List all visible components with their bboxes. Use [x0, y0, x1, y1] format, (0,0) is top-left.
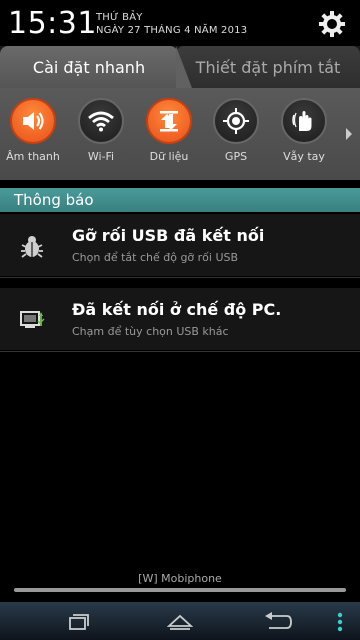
- notification-title: Gỡ rối USB đã kết nối: [72, 226, 265, 245]
- qs-sound-circle: [10, 98, 56, 144]
- carrier-label: [W] Mobiphone: [138, 572, 222, 585]
- data-icon: [160, 111, 178, 132]
- notifications-header: Thông báo: [0, 188, 360, 212]
- recent-apps-icon: [69, 614, 89, 630]
- back-icon: [265, 612, 292, 629]
- notification-usb-pc[interactable]: Đã kết nối ở chế độ PC. Chạm để tùy chọn…: [0, 288, 360, 350]
- navigation-bar: [0, 602, 360, 640]
- menu-button[interactable]: [322, 608, 358, 636]
- menu-dots-icon: [337, 612, 343, 632]
- day-label: THỨ BẢY: [96, 12, 143, 23]
- chevron-right-icon[interactable]: [344, 124, 354, 144]
- qs-data-label: Dữ liệu: [149, 150, 189, 163]
- qs-gps-toggle[interactable]: GPS: [207, 98, 265, 170]
- qs-gps-label: GPS: [224, 150, 248, 163]
- notification-title: Đã kết nối ở chế độ PC.: [72, 300, 282, 319]
- qs-gps-circle: [213, 98, 259, 144]
- home-icon: [167, 614, 193, 630]
- volume-icon: [23, 112, 44, 130]
- qs-data-toggle[interactable]: Dữ liệu: [140, 98, 198, 170]
- qs-hand-wave-label: Vẫy tay: [283, 150, 325, 163]
- settings-button[interactable]: [316, 8, 348, 40]
- recent-apps-button[interactable]: [58, 608, 98, 636]
- qs-wifi-label: Wi-Fi: [87, 150, 115, 163]
- qs-data-circle: [146, 98, 192, 144]
- usb-pc-icon: [18, 306, 46, 334]
- wifi-icon: [88, 111, 114, 132]
- clock: 15:31: [8, 6, 97, 41]
- notification-subtitle: Chọn để tắt chế độ gỡ rối USB: [72, 251, 239, 264]
- date-label: NGÀY 27 THÁNG 4 NĂM 2013: [96, 25, 248, 36]
- usb-debug-icon: [18, 232, 46, 260]
- hand-wave-icon: [292, 111, 312, 131]
- tab-shortcut-settings[interactable]: Thiết đặt phím tắt: [176, 46, 360, 88]
- date-block: THỨ BẢY NGÀY 27 THÁNG 4 NĂM 2013: [96, 11, 247, 37]
- divider: [0, 351, 360, 352]
- qs-wifi-toggle[interactable]: Wi-Fi: [72, 98, 130, 170]
- gear-icon: [319, 11, 345, 37]
- notifications-header-label: Thông báo: [14, 191, 94, 209]
- qs-sound-toggle[interactable]: Âm thanh: [4, 98, 62, 170]
- divider: [0, 277, 360, 278]
- qs-hand-wave-circle: [281, 98, 327, 144]
- qs-sound-label: Âm thanh: [6, 150, 60, 163]
- notification-subtitle: Chạm để tùy chọn USB khác: [72, 325, 229, 338]
- drag-handle[interactable]: [14, 588, 346, 592]
- gps-icon: [223, 108, 249, 134]
- qs-hand-wave-toggle[interactable]: Vẫy tay: [275, 98, 333, 170]
- tab-bar: Thiết đặt phím tắt Cài đặt nhanh: [0, 46, 360, 90]
- quick-settings-panel: Âm thanh Wi-Fi Dữ liệu GPS Vẫy tay: [0, 88, 360, 180]
- home-button[interactable]: [160, 608, 200, 636]
- status-header: 15:31 THỨ BẢY NGÀY 27 THÁNG 4 NĂM 2013: [0, 0, 360, 48]
- tab-quick-settings[interactable]: Cài đặt nhanh: [0, 46, 192, 88]
- back-button[interactable]: [258, 608, 298, 636]
- notification-usb-debug[interactable]: Gỡ rối USB đã kết nối Chọn để tắt chế độ…: [0, 214, 360, 276]
- qs-wifi-circle: [78, 98, 124, 144]
